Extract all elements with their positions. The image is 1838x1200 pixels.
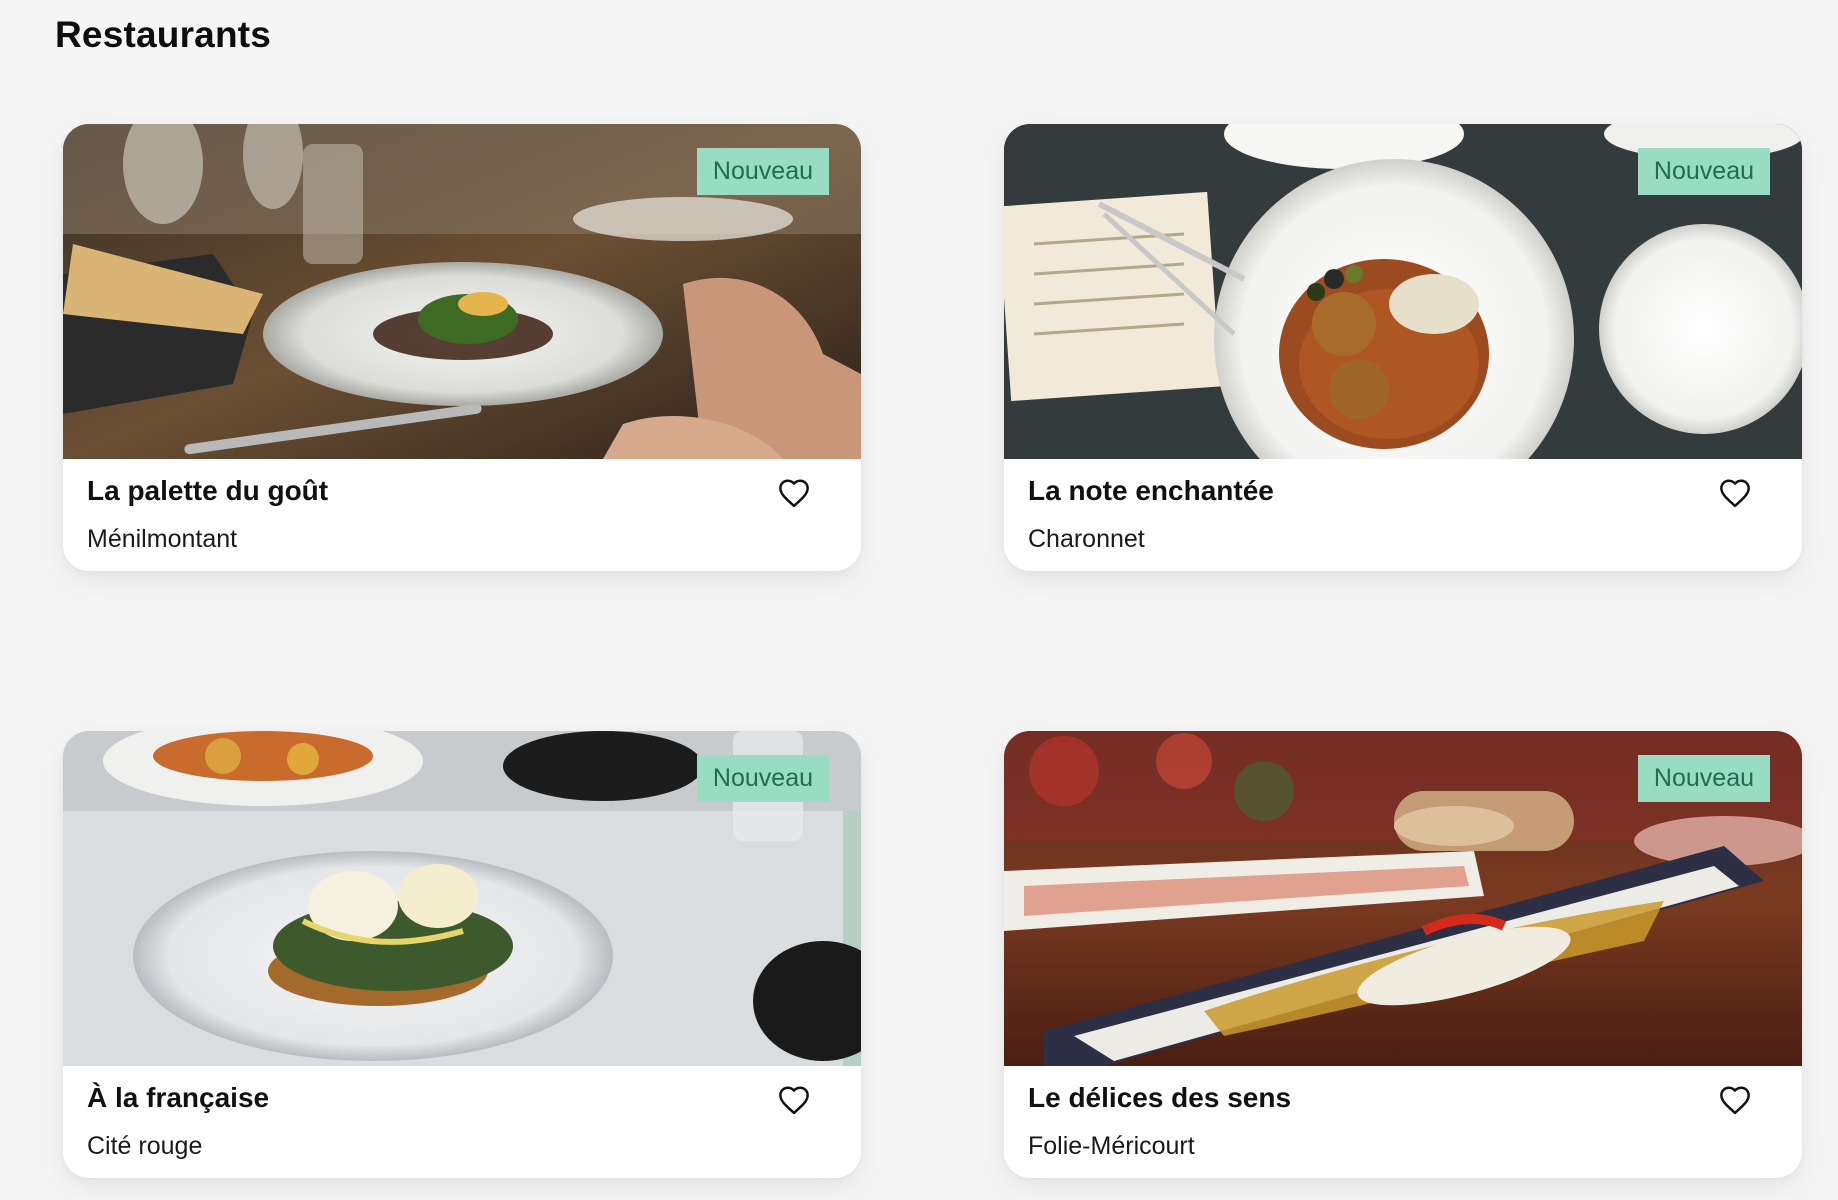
heart-outline-icon bbox=[1720, 1086, 1750, 1115]
new-badge: Nouveau bbox=[696, 755, 829, 802]
restaurant-neighborhood: Ménilmontant bbox=[87, 525, 238, 553]
restaurant-name: Le délices des sens bbox=[1028, 1082, 1292, 1113]
restaurant-grid: Nouveau La palette du goût Ménilmontant bbox=[63, 124, 1803, 1178]
heart-outline-icon bbox=[779, 1086, 809, 1115]
favorite-button[interactable] bbox=[1718, 475, 1758, 511]
favorite-button[interactable] bbox=[1718, 1082, 1758, 1118]
page-title: Restaurants bbox=[55, 14, 272, 55]
new-badge: Nouveau bbox=[1637, 755, 1770, 802]
restaurant-photo: Nouveau bbox=[63, 124, 861, 459]
restaurant-card[interactable]: Nouveau La palette du goût Ménilmontant bbox=[63, 124, 861, 571]
favorite-button[interactable] bbox=[777, 1082, 817, 1118]
favorite-button[interactable] bbox=[777, 475, 817, 511]
card-body: La note enchantée Charonnet bbox=[1004, 459, 1802, 571]
restaurant-name: La palette du goût bbox=[87, 475, 329, 506]
card-body: La palette du goût Ménilmontant bbox=[63, 459, 861, 571]
restaurant-photo: Nouveau bbox=[1004, 124, 1802, 459]
new-badge: Nouveau bbox=[696, 148, 829, 195]
new-badge: Nouveau bbox=[1637, 148, 1770, 195]
heart-outline-icon bbox=[779, 479, 809, 508]
restaurant-card[interactable]: Nouveau La note enchantée Charonnet bbox=[1004, 124, 1802, 571]
restaurant-card[interactable]: Nouveau À la française Cité rouge bbox=[63, 731, 861, 1178]
heart-outline-icon bbox=[1720, 479, 1750, 508]
card-body: Le délices des sens Folie-Méricourt bbox=[1004, 1066, 1802, 1178]
restaurant-neighborhood: Cité rouge bbox=[87, 1132, 203, 1160]
restaurant-card[interactable]: Nouveau Le délices des sens Folie-Mérico… bbox=[1004, 731, 1802, 1178]
restaurant-neighborhood: Folie-Méricourt bbox=[1028, 1132, 1195, 1160]
restaurant-photo: Nouveau bbox=[63, 731, 861, 1066]
restaurant-photo: Nouveau bbox=[1004, 731, 1802, 1066]
restaurant-name: À la française bbox=[87, 1082, 270, 1113]
restaurant-neighborhood: Charonnet bbox=[1028, 525, 1145, 553]
restaurant-name: La note enchantée bbox=[1028, 475, 1274, 506]
card-body: À la française Cité rouge bbox=[63, 1066, 861, 1178]
